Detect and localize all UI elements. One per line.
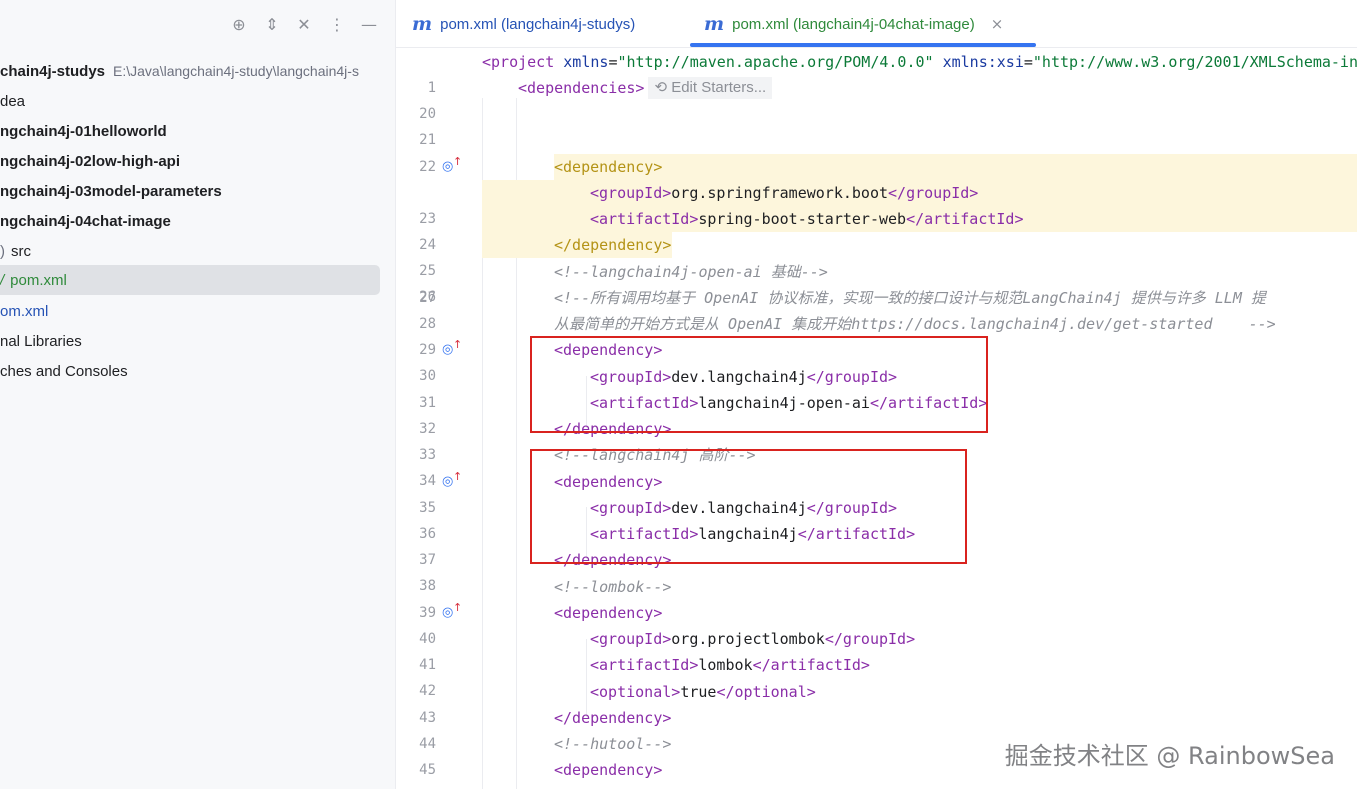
code-line: 42 <artifactId>lombok</artifactId> — [396, 652, 1357, 699]
code-text: <dependency> — [554, 604, 663, 622]
dependency-gutter-icon[interactable]: ◎ ↑ — [442, 338, 462, 359]
tree-item-label: dea — [0, 92, 26, 110]
code-line: 24 <groupId>org.springframework.boot</gr… — [396, 180, 1357, 253]
maven-icon: m — [412, 13, 433, 35]
code-text: <groupId>org.springframework.boot</group… — [590, 184, 979, 202]
code-editor[interactable]: 1 <project xmlns="http://maven.apache.or… — [396, 48, 1357, 789]
tree-item-label: ngchain4j-03model-parameters — [0, 182, 222, 200]
annotation-box-open-ai — [530, 336, 988, 433]
tab-label: pom.xml (langchain4j-04chat-image) — [732, 15, 975, 33]
code-comment: 从最简单的开始方式是从 OpenAI 集成开始https://docs.lang… — [554, 315, 1276, 333]
code-comment: <!--所有调用均基于 OpenAI 协议标准，实现一致的接口设计与规范Lang… — [554, 289, 1266, 307]
tree-item-label: ngchain4j-04chat-image — [0, 212, 171, 230]
tree-item-module-04[interactable]: ngchain4j-04chat-image — [0, 206, 395, 236]
usage-highlight — [554, 154, 1357, 180]
tree-item-scratches[interactable]: ches and Consoles — [0, 356, 395, 386]
annotation-box-langchain4j — [530, 449, 967, 564]
code-comment: <!--lombok--> — [554, 578, 672, 596]
maven-icon: m — [704, 13, 725, 35]
tree-item-module-03[interactable]: ngchain4j-03model-parameters — [0, 176, 395, 206]
code-line: 25 <artifactId>spring-boot-starter-web</… — [396, 206, 1357, 279]
tree-item-external-libraries[interactable]: nal Libraries — [0, 326, 395, 356]
code-line: 27 <!--langchain4j-open-ai 基础--> — [396, 259, 1357, 306]
code-text: <groupId>org.projectlombok</groupId> — [590, 630, 916, 648]
code-text: <optional>true</optional> — [590, 683, 816, 701]
tree-item-idea[interactable]: dea — [0, 86, 395, 116]
tree-item-root-project[interactable]: chain4j-studys E:\Java\langchain4j-study… — [0, 56, 395, 86]
code-line: 21 — [396, 101, 1357, 148]
edit-starters-hint[interactable]: ⟲ Edit Starters... — [648, 77, 773, 99]
project-tool-window: ⊕ ⇕ ✕ ⋮ — chain4j-studys E:\Java\langcha… — [0, 0, 396, 789]
tree-item-src[interactable]: ) src — [0, 236, 395, 266]
tree-item-label: nal Libraries — [0, 332, 82, 350]
code-line: 43 <optional>true</optional> — [396, 679, 1357, 726]
code-line: 41 <groupId>org.projectlombok</groupId> — [396, 626, 1357, 673]
code-text: <artifactId>spring-boot-starter-web</art… — [590, 210, 1024, 228]
code-line: 26 </dependency> — [396, 232, 1357, 305]
expand-collapse-icon[interactable]: ⇕ — [262, 14, 282, 34]
watermark: 掘金技术社区 @ RainbowSea — [1004, 742, 1335, 770]
editor-tab-bar: m pom.xml (langchain4j-studys) m pom.xml… — [396, 0, 1357, 48]
close-icon[interactable]: × — [991, 15, 1004, 33]
tree-item-module-pom[interactable]: / pom.xml — [0, 265, 395, 295]
maven-icon: / — [0, 271, 5, 289]
code-line: 1 <project xmlns="http://maven.apache.or… — [396, 49, 1357, 96]
active-tab-indicator — [690, 43, 1036, 47]
code-comment: <!--langchain4j-open-ai 基础--> — [554, 263, 828, 281]
project-toolbar: ⊕ ⇕ ✕ ⋮ — — [0, 0, 395, 48]
tree-item-module-01[interactable]: ngchain4j-01helloworld — [0, 116, 395, 146]
project-path: E:\Java\langchain4j-study\langchain4j-s — [113, 63, 359, 79]
tree-item-label: om.xml — [0, 302, 49, 320]
tree-item-label: ngchain4j-02low-high-api — [0, 152, 181, 170]
tree-item-label: chain4j-studys — [0, 62, 106, 80]
code-line: 29 从最简单的开始方式是从 OpenAI 集成开始https://docs.l… — [396, 311, 1357, 358]
tree-item-label: ngchain4j-01helloworld — [0, 122, 167, 140]
code-text: <dependency> — [554, 158, 663, 176]
tree-item-label: src — [11, 242, 31, 260]
tree-item-label: pom.xml — [10, 271, 67, 289]
tree-item-label: ches and Consoles — [0, 362, 128, 380]
dependency-gutter-icon[interactable]: ◎ ↑ — [442, 601, 462, 622]
minimize-icon[interactable]: — — [359, 14, 379, 34]
code-line: 39 <!--lombok--> — [396, 574, 1357, 621]
code-text: </dependency> — [554, 236, 672, 254]
code-text: <dependencies> ⟲ Edit Starters... — [518, 75, 773, 101]
tree-item-module-02[interactable]: ngchain4j-02low-high-api — [0, 146, 395, 176]
more-options-icon[interactable]: ⋮ — [327, 14, 347, 34]
dependency-gutter-icon[interactable]: ◎ ↑ — [442, 155, 462, 176]
code-text: <project xmlns="http://maven.apache.org/… — [482, 53, 1357, 71]
tab-pom-chat-image[interactable]: m pom.xml (langchain4j-04chat-image) × — [704, 0, 1003, 48]
tree-item-root-pom[interactable]: om.xml — [0, 296, 395, 326]
code-line: 20 <dependencies> ⟲ Edit Starters... — [396, 75, 1357, 122]
tab-label: pom.xml (langchain4j-studys) — [440, 15, 636, 33]
folder-icon: ) — [0, 242, 5, 260]
code-text: <artifactId>lombok</artifactId> — [590, 656, 870, 674]
line-number: 46 — [396, 783, 436, 789]
code-text: <dependency> — [554, 761, 663, 779]
code-line: 28 <!--所有调用均基于 OpenAI 协议标准，实现一致的接口设计与规范L… — [396, 285, 1357, 332]
code-line: 44 </dependency> — [396, 705, 1357, 752]
target-icon[interactable]: ⊕ — [229, 14, 249, 34]
code-text: </dependency> — [554, 709, 672, 727]
code-line: 40 ◎ ↑ <dependency> — [396, 600, 1357, 647]
code-line: 23 ◎ ↑ <dependency> — [396, 154, 1357, 227]
code-line: 22 — [396, 128, 1357, 175]
dependency-gutter-icon[interactable]: ◎ ↑ — [442, 470, 462, 491]
tab-pom-root[interactable]: m pom.xml (langchain4j-studys) — [412, 0, 635, 48]
code-comment: <!--hutool--> — [554, 735, 672, 753]
collapse-all-icon[interactable]: ✕ — [294, 14, 314, 34]
